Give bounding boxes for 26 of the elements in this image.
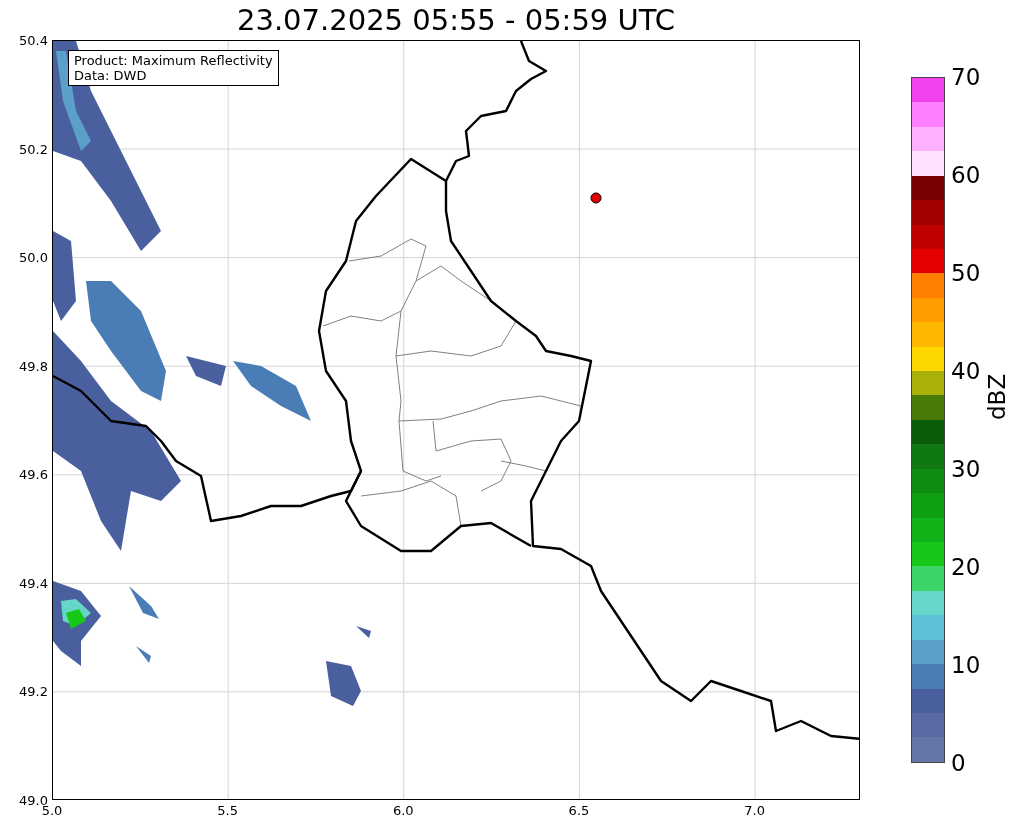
y-tick-label: 50.0 [19, 250, 48, 264]
chart-title: 23.07.2025 05:55 - 05:59 UTC [237, 5, 675, 35]
info-text: Data: DWD [74, 68, 148, 83]
colorbar-tick-label: 70 [951, 65, 981, 89]
y-tick-label: 49.8 [19, 359, 48, 373]
colorbar-tick-label: 10 [951, 653, 981, 677]
y-tick-label: 50.4 [19, 33, 48, 47]
y-tick-label: 49.0 [19, 793, 48, 807]
colorbar-tick-label: 60 [951, 163, 981, 187]
x-tick-label: 5.5 [217, 804, 238, 817]
colorbar-tick-label: 40 [951, 359, 981, 383]
colorbar-label: dBZ [985, 373, 1009, 420]
colorbar-tick-label: 50 [951, 261, 981, 285]
x-tick-label: 5.0 [41, 804, 63, 817]
x-tick-label: 7.0 [744, 804, 765, 817]
y-tick-label: 49.4 [19, 576, 48, 590]
y-tick-label: 49.6 [19, 467, 48, 481]
colorbar-tick-label: 20 [951, 555, 981, 579]
colorbar-tick-label: 30 [951, 457, 981, 481]
info-text: Product: Maximum Reflectivity [74, 53, 273, 68]
x-tick-label: 6.5 [568, 804, 590, 817]
y-tick-label: 50.2 [19, 142, 48, 156]
x-tick-label: 6.0 [392, 804, 414, 817]
colorbar-tick-label: 0 [951, 751, 966, 775]
location-marker [590, 192, 602, 204]
y-tick-label: 49.2 [19, 684, 48, 698]
